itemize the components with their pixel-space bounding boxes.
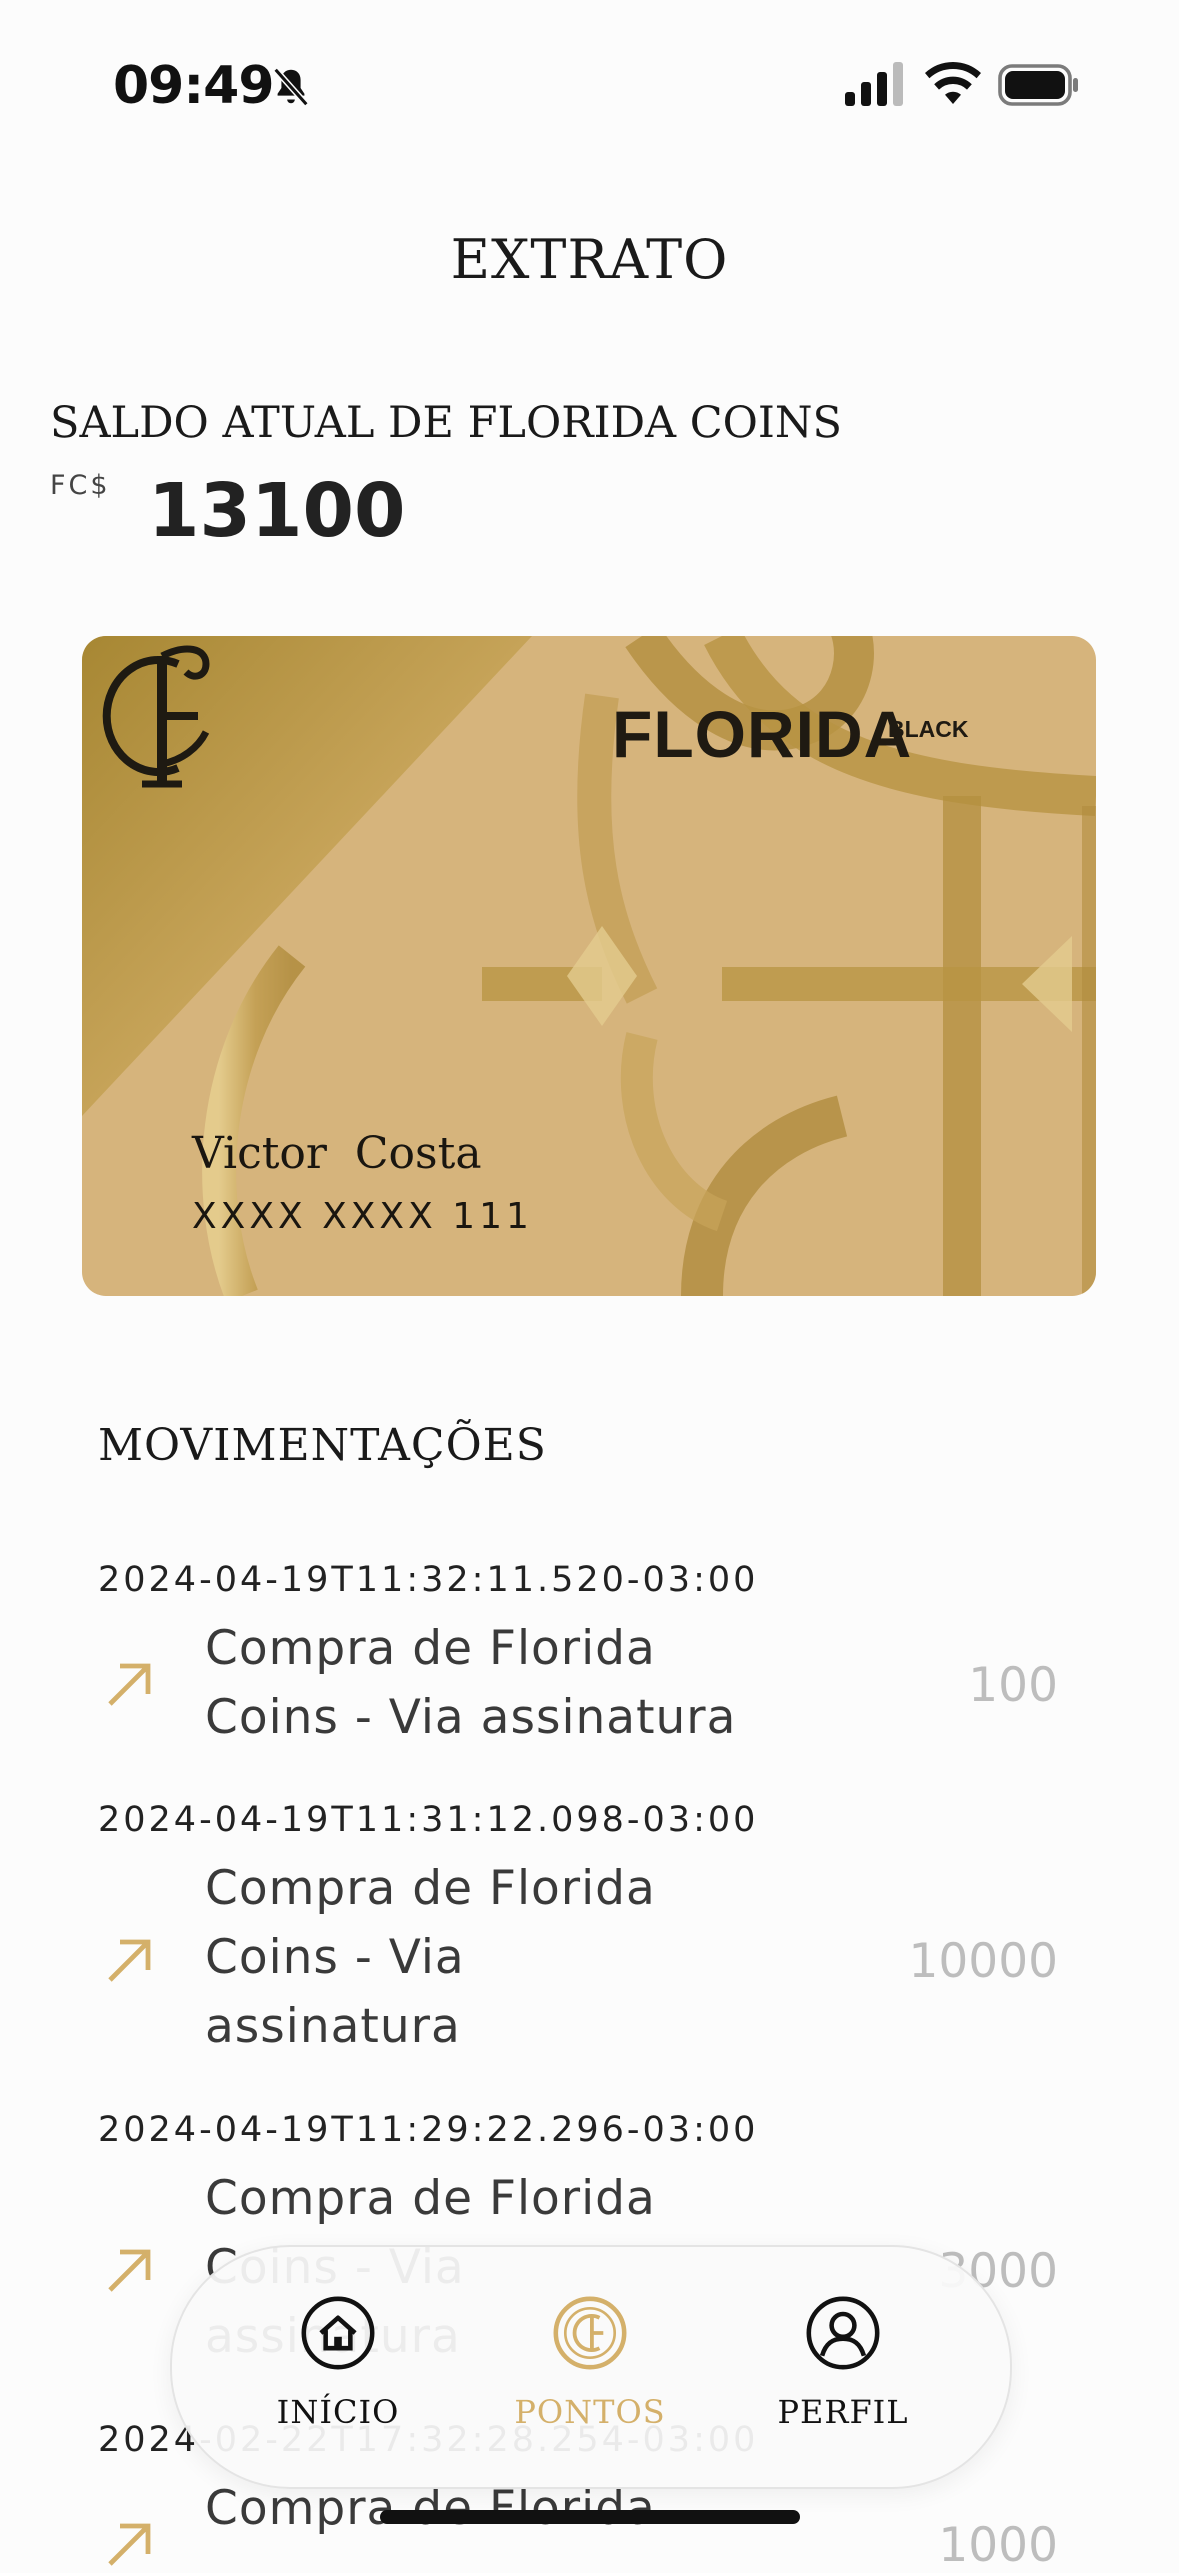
monogram-logo bbox=[102, 645, 210, 788]
battery-icon bbox=[998, 64, 1078, 106]
card-brand: FLORIDA bbox=[612, 697, 913, 771]
transaction-amount: 1000 bbox=[938, 2518, 1058, 2573]
currency-label: FC$ bbox=[50, 470, 111, 501]
transactions-title: MOVIMENTAÇÕES bbox=[98, 1420, 547, 1471]
balance-label: SALDO ATUAL DE FLORIDA COINS bbox=[50, 398, 842, 448]
transaction-description: Compra de Florida Coins - Via assinatura bbox=[205, 1621, 737, 1745]
status-bar: 09:49 bbox=[0, 0, 1179, 170]
home-icon bbox=[301, 2296, 375, 2370]
wifi-icon bbox=[925, 62, 981, 104]
bottom-nav: INÍCIO PONTOS PERFIL bbox=[170, 2245, 1012, 2489]
card-number: XXXX XXXX 111 bbox=[192, 1196, 533, 1237]
card-tier: BLACK bbox=[888, 716, 969, 742]
transaction-item[interactable]: 2024-04-19T11:31:12.098-03:00 Compra de … bbox=[98, 1800, 1058, 2090]
nav-label: PONTOS bbox=[514, 2393, 666, 2431]
nav-item-inicio[interactable]: INÍCIO bbox=[238, 2295, 438, 2431]
page-title: EXTRATO bbox=[450, 228, 729, 291]
bell-slash-icon bbox=[273, 67, 309, 107]
home-indicator[interactable] bbox=[380, 2510, 800, 2524]
nav-label: INÍCIO bbox=[276, 2393, 400, 2431]
nav-item-perfil[interactable]: PERFIL bbox=[743, 2295, 943, 2431]
transaction-date: 2024-04-19T11:31:12.098-03:00 bbox=[98, 1800, 759, 1840]
arrow-up-right-icon bbox=[108, 2523, 151, 2566]
arrow-up-right-icon bbox=[108, 2249, 151, 2292]
nav-label: PERFIL bbox=[777, 2393, 909, 2431]
transaction-amount: 100 bbox=[968, 1658, 1058, 1713]
card-holder-name: Victor Costa bbox=[192, 1128, 482, 1179]
arrow-up-right-icon bbox=[108, 1939, 151, 1982]
status-time: 09:49 bbox=[113, 56, 275, 116]
signal-icon bbox=[845, 62, 903, 106]
balance-value: 13100 bbox=[148, 468, 406, 554]
user-circle-icon bbox=[806, 2296, 880, 2370]
transaction-date: 2024-04-19T11:29:22.296-03:00 bbox=[98, 2110, 759, 2150]
monogram-icon bbox=[553, 2296, 627, 2370]
transaction-description: Compra de Florida Coins - Via assinatura bbox=[205, 1861, 656, 2054]
nav-item-pontos[interactable]: PONTOS bbox=[490, 2295, 690, 2431]
transaction-date: 2024-04-19T11:32:11.520-03:00 bbox=[98, 1560, 759, 1600]
loyalty-card: FLORIDA BLACK Victor Costa XXXX XXXX 111 bbox=[82, 636, 1096, 1296]
arrow-up-right-icon bbox=[108, 1663, 151, 1706]
transaction-item[interactable]: 2024-04-19T11:32:11.520-03:00 Compra de … bbox=[98, 1560, 1058, 1780]
transaction-amount: 10000 bbox=[908, 1934, 1058, 1989]
